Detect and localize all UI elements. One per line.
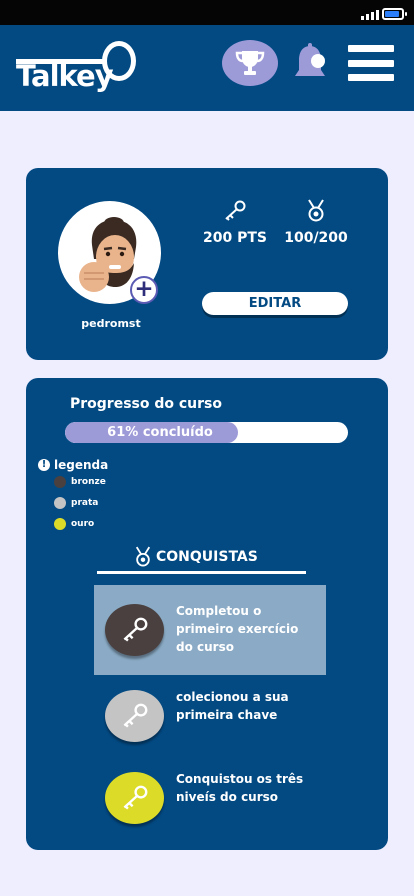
achievements-heading: CONQUISTAS — [134, 546, 258, 568]
prata-medal — [105, 690, 164, 742]
medal-icon — [308, 199, 324, 222]
hamburger-menu-button[interactable] — [348, 45, 394, 81]
signal-icon — [361, 10, 379, 20]
key-icon — [225, 200, 246, 221]
achievement-text: colecionou a sua primeira chave — [176, 690, 289, 722]
ouro-dot-icon — [54, 518, 66, 530]
progress-title: Progresso do curso — [70, 396, 222, 412]
key-icon — [123, 617, 147, 642]
achievements-title: CONQUISTAS — [156, 549, 258, 565]
trophy-button[interactable] — [222, 40, 278, 86]
add-photo-button[interactable]: + — [130, 276, 158, 304]
info-icon: ! — [38, 459, 50, 471]
status-bar — [0, 0, 414, 25]
points-stat: 200 PTS — [190, 198, 280, 246]
username: pedromst — [81, 317, 141, 330]
profile-card: + pedromst 200 PTS 100/200 EDITAR — [26, 168, 388, 360]
edit-profile-button[interactable]: EDITAR — [202, 292, 348, 315]
logo-text: Talkey — [16, 59, 114, 93]
battery-icon — [382, 8, 407, 20]
legend-item-ouro: ouro — [54, 518, 94, 530]
achievement-item[interactable]: colecionou a sua primeira chave — [94, 671, 326, 761]
legend-label: prata — [71, 498, 99, 508]
menu-line — [348, 74, 394, 81]
legend-label: bronze — [71, 477, 106, 487]
progress-label: 61% concluído — [107, 425, 213, 440]
menu-line — [348, 59, 394, 67]
medal-icon — [135, 546, 151, 567]
ouro-medal — [105, 772, 164, 824]
achievement-text: Conquistou os três niveís do curso — [176, 772, 304, 804]
points-value: 200 PTS — [203, 230, 267, 246]
bell-icon — [295, 43, 325, 76]
legend-item-bronze: bronze — [54, 476, 106, 488]
legend-label: ouro — [71, 519, 95, 529]
medals-stat: 100/200 — [271, 198, 361, 246]
talkey-logo: Talkey — [14, 39, 138, 95]
menu-line — [348, 45, 394, 52]
medals-value: 100/200 — [284, 230, 348, 246]
trophy-icon — [235, 51, 265, 75]
achievements-divider — [97, 571, 306, 574]
bronze-dot-icon — [54, 476, 66, 488]
course-progress-bar: 61% concluído — [65, 422, 348, 443]
legend-item-prata: prata — [54, 497, 98, 509]
key-icon — [123, 703, 147, 728]
battery-level — [385, 11, 399, 17]
course-card: Progresso do curso 61% concluído ! legen… — [26, 378, 388, 850]
key-icon — [123, 785, 147, 810]
bronze-medal — [105, 604, 164, 656]
legend-heading: ! legenda — [38, 458, 108, 472]
prata-dot-icon — [54, 497, 66, 509]
app-header: Talkey — [0, 25, 414, 111]
achievement-item[interactable]: Conquistou os três niveís do curso — [94, 753, 326, 843]
legend-title: legenda — [54, 458, 109, 472]
achievement-text: Completou o primeiro exercício do curso — [176, 604, 299, 654]
achievement-item[interactable]: Completou o primeiro exercício do curso — [94, 585, 326, 675]
notifications-button[interactable] — [291, 42, 329, 84]
